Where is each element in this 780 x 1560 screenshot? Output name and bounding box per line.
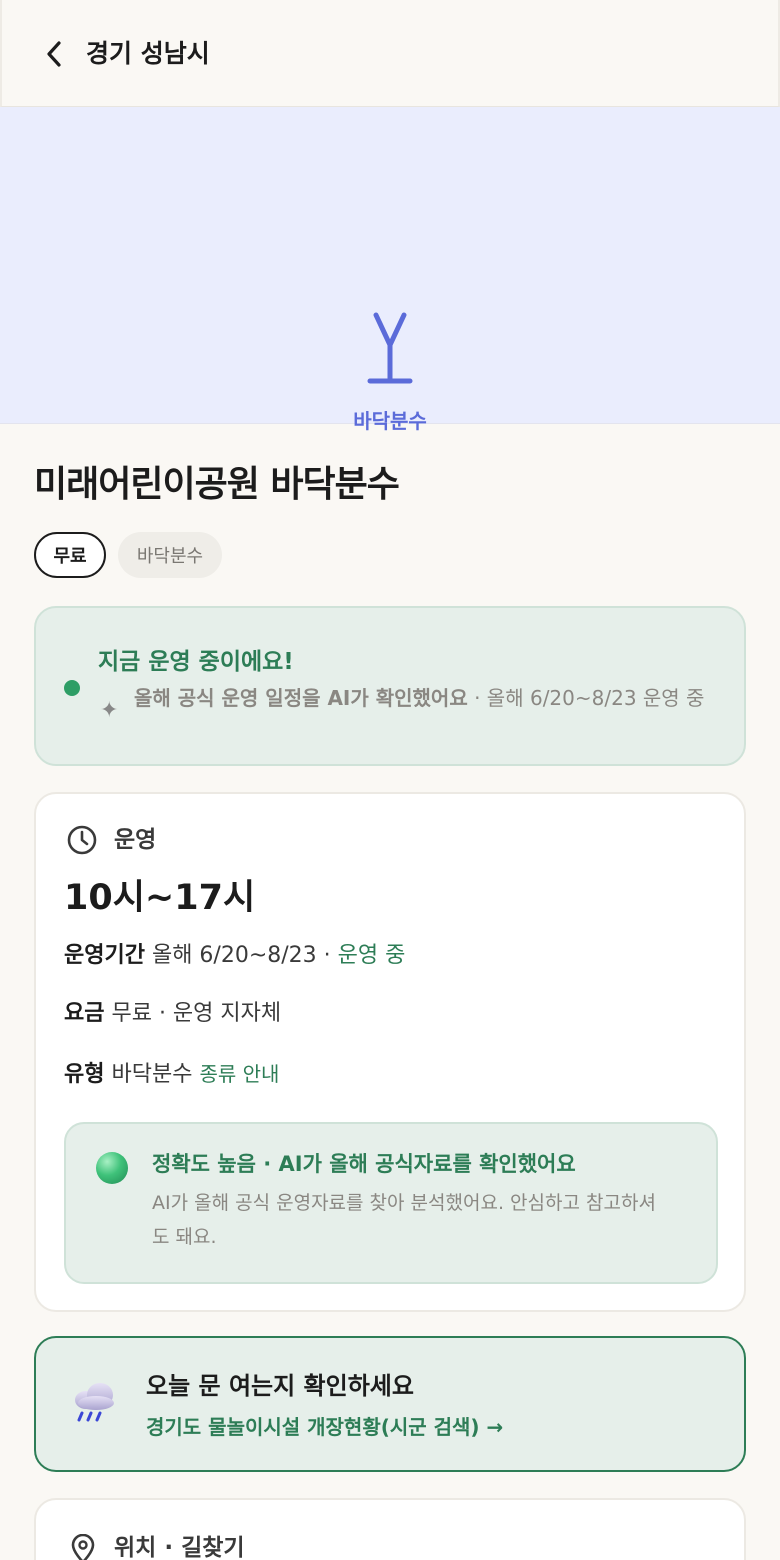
location-card[interactable]: 위치 · 길찾기 [34, 1498, 746, 1560]
map-pin-icon [71, 1534, 95, 1560]
sparkle-icon: ✦ [100, 698, 119, 723]
hero-banner: 바닥분수 [0, 107, 780, 433]
chevron-left-icon [47, 41, 61, 67]
status-subtitle-rest: · 올해 6/20~8/23 운영 중 [467, 686, 705, 710]
period-status: 운영 중 [337, 943, 406, 968]
fountain-icon [367, 312, 413, 384]
operation-hours: 10시~17시 [64, 878, 256, 918]
status-subtitle-bold: 올해 공식 운영 일정을 AI가 확인했어요 [134, 686, 468, 710]
rain-cloud-icon [75, 1383, 114, 1422]
period-value: 올해 6/20~8/23 · [144, 943, 338, 968]
type-row: 유형 바닥분수 종류 안내 [64, 1058, 279, 1091]
operating-status-card: 지금 운영 중이에요! ✦ 올해 공식 운영 일정을 AI가 확인했어요 · 올… [34, 606, 746, 766]
operation-label: 운영 [114, 827, 157, 853]
period-key: 운영기간 [64, 943, 145, 968]
status-subtitle: 올해 공식 운영 일정을 AI가 확인했어요 · 올해 6/20~8/23 운영… [134, 684, 724, 713]
type-chip: 바닥분수 [118, 532, 222, 578]
operation-card: 운영 10시~17시 운영기간 올해 6/20~8/23 · 운영 중 요금 무… [34, 792, 746, 1312]
open-status-link[interactable]: 경기도 물놀이시설 개장현황(시군 검색) → [146, 1412, 503, 1442]
page-title: 경기 성남시 [86, 39, 210, 68]
period-row: 운영기간 올해 6/20~8/23 · 운영 중 [64, 940, 405, 972]
clock-icon [67, 825, 97, 855]
check-open-card[interactable]: 오늘 문 여는지 확인하세요 경기도 물놀이시설 개장현황(시군 검색) → [34, 1336, 746, 1472]
status-title: 지금 운영 중이에요! [98, 649, 294, 675]
accuracy-orb-icon [96, 1152, 128, 1184]
fee-chip: 무료 [34, 532, 106, 578]
fee-key: 요금 [64, 1001, 105, 1026]
location-title: 위치 · 길찾기 [114, 1535, 245, 1560]
facility-name: 미래어린이공원 바닥분수 [34, 464, 400, 505]
type-value: 바닥분수 [104, 1062, 200, 1087]
back-button[interactable] [38, 36, 70, 72]
hero-label: 바닥분수 [353, 409, 427, 433]
top-bar: 경기 성남시 [0, 0, 780, 107]
type-guide-link[interactable]: 종류 안내 [199, 1062, 279, 1086]
fee-row: 요금 무료 · 운영 지자체 [64, 998, 281, 1030]
accuracy-title: 정확도 높음 · AI가 올해 공식자료를 확인했어요 [152, 1152, 576, 1176]
status-dot-icon [64, 680, 80, 696]
type-key: 유형 [64, 1062, 105, 1087]
alert-title: 오늘 문 여는지 확인하세요 [146, 1372, 414, 1400]
accuracy-description: AI가 올해 공식 운영자료를 찾아 분석했어요. 안심하고 참고하셔도 돼요. [152, 1192, 656, 1248]
accuracy-box: 정확도 높음 · AI가 올해 공식자료를 확인했어요 AI가 올해 공식 운영… [64, 1122, 718, 1284]
fee-value: 무료 · 운영 지자체 [104, 1001, 282, 1026]
